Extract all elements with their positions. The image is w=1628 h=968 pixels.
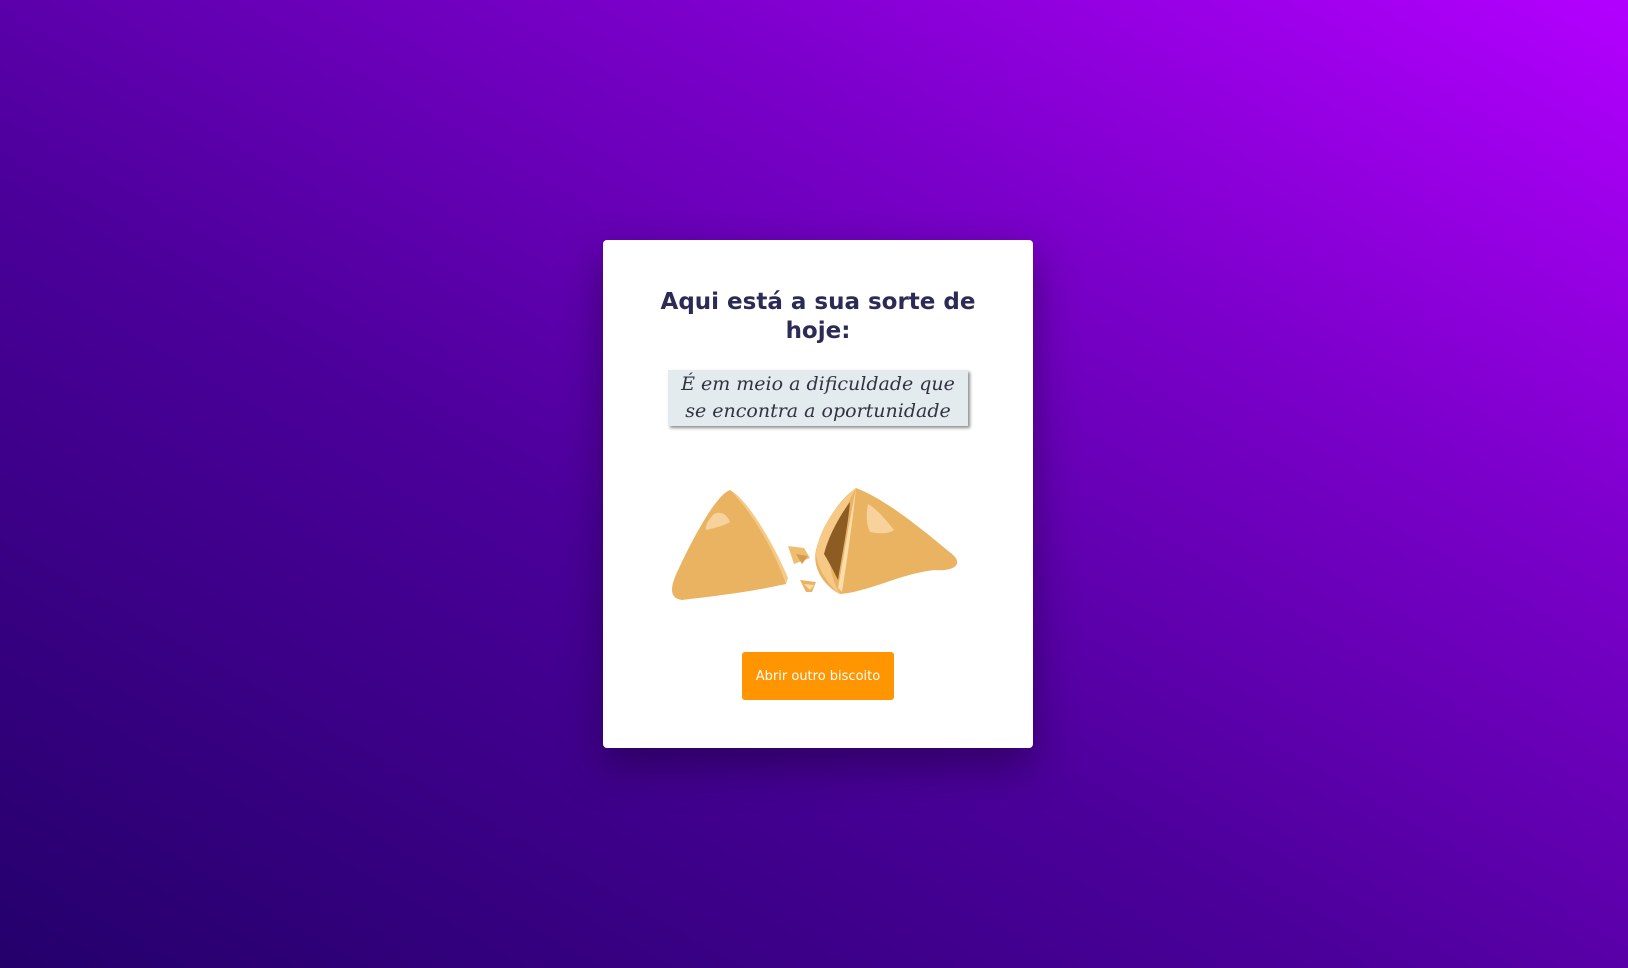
card-title: Aqui está a sua sorte de hoje: (660, 289, 976, 344)
fortune-card: Aqui está a sua sorte de hoje: É em meio… (603, 240, 1033, 748)
fortune-paper: É em meio a dificuldade que se encontra … (668, 370, 968, 426)
fortune-cookie-icon (672, 488, 958, 600)
open-another-cookie-button[interactable]: Abrir outro biscoito (742, 652, 894, 700)
fortune-text: É em meio a dificuldade que se encontra … (681, 373, 955, 422)
